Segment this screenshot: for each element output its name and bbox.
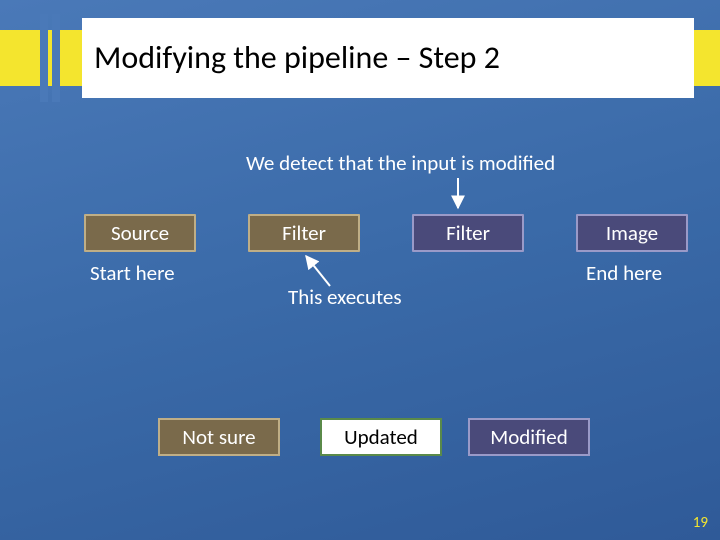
page-number: 19	[693, 514, 708, 532]
label-start-here: Start here	[90, 260, 175, 286]
legend-updated: Updated	[320, 418, 442, 456]
slide-title: Modifying the pipeline – Step 2	[82, 18, 694, 98]
legend-not-sure: Not sure	[158, 418, 280, 456]
box-image: Image	[576, 214, 688, 252]
label-this-executes: This executes	[288, 284, 402, 310]
box-source: Source	[84, 214, 196, 252]
label-end-here: End here	[586, 260, 662, 286]
title-accent-bars	[40, 14, 64, 102]
box-filter-1: Filter	[248, 214, 360, 252]
legend-modified: Modified	[468, 418, 590, 456]
box-filter-2: Filter	[412, 214, 524, 252]
subtitle-text: We detect that the input is modified	[246, 150, 555, 176]
